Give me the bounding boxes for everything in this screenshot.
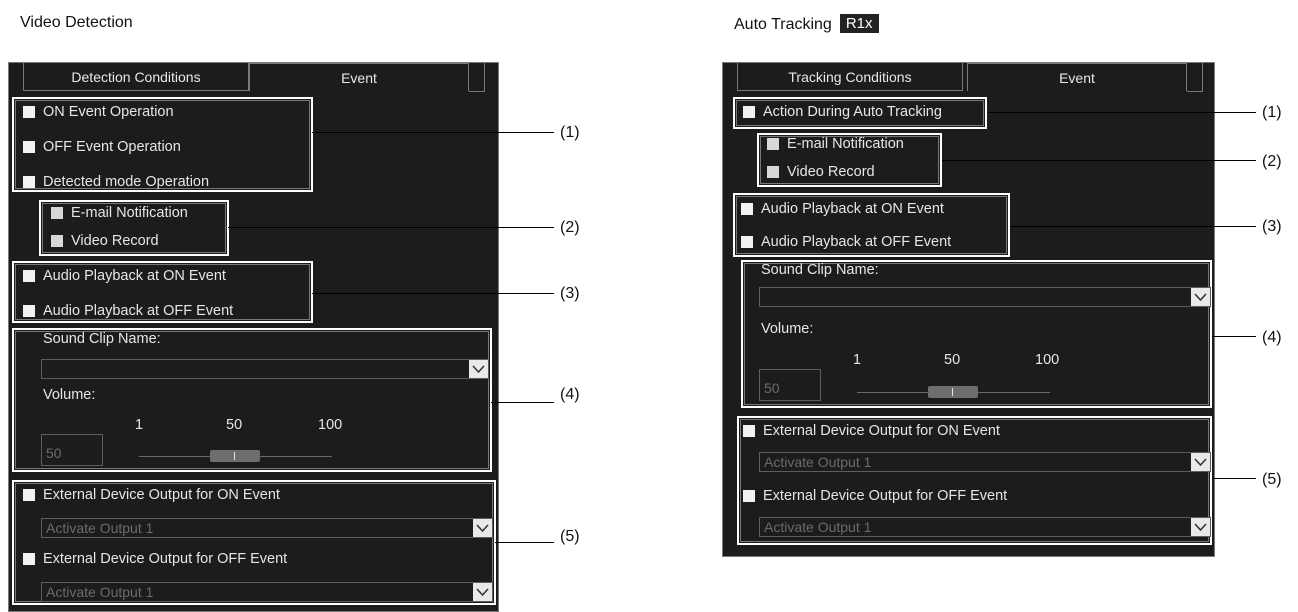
- video-detection-heading: Video Detection: [20, 14, 133, 31]
- checkbox-icon: [767, 166, 779, 178]
- email-notification-checkbox[interactable]: E-mail Notification: [51, 205, 188, 221]
- detected-mode-operation-checkbox[interactable]: Detected mode Operation: [23, 174, 209, 190]
- volume-tick-100: 100: [1035, 352, 1060, 368]
- ext-output-on-checkbox[interactable]: External Device Output for ON Event: [743, 423, 1000, 439]
- video-detection-panel: Detection Conditions Event ON Event Oper…: [8, 62, 499, 612]
- checkbox-icon: [23, 305, 35, 317]
- checkbox-icon: [51, 235, 63, 247]
- chevron-down-icon[interactable]: [1191, 518, 1210, 536]
- model-badge: R1x: [839, 14, 879, 33]
- ext-output-on-select[interactable]: Activate Output 1: [759, 452, 1211, 472]
- ext-output-on-select[interactable]: Activate Output 1: [41, 518, 493, 538]
- callout-5: (5): [560, 528, 580, 545]
- volume-slider-thumb[interactable]: [927, 386, 978, 398]
- checkbox-icon: [23, 489, 35, 501]
- volume-value-input[interactable]: 50: [759, 369, 821, 401]
- checkbox-icon: [767, 138, 779, 150]
- audio-playback-off-checkbox[interactable]: Audio Playback at OFF Event: [23, 303, 233, 319]
- video-record-checkbox[interactable]: Video Record: [51, 233, 159, 249]
- checkbox-icon: [23, 141, 35, 153]
- chevron-down-icon[interactable]: [469, 360, 488, 378]
- auto-tracking-panel: Tracking Conditions Event Action During …: [722, 62, 1215, 557]
- checkbox-icon: [741, 203, 753, 215]
- sound-clip-name-label: Sound Clip Name:: [43, 331, 161, 347]
- tab-event[interactable]: Event: [249, 63, 469, 91]
- ext-output-off-select[interactable]: Activate Output 1: [759, 517, 1211, 537]
- checkbox-icon: [23, 553, 35, 565]
- audio-playback-on-checkbox[interactable]: Audio Playback at ON Event: [23, 268, 226, 284]
- ext-output-off-checkbox[interactable]: External Device Output for OFF Event: [23, 551, 287, 567]
- checkbox-icon: [741, 236, 753, 248]
- callout-3: (3): [560, 285, 580, 302]
- tab-tracking-conditions[interactable]: Tracking Conditions: [737, 63, 963, 91]
- audio-playback-on-checkbox[interactable]: Audio Playback at ON Event: [741, 201, 944, 217]
- chevron-down-icon[interactable]: [1191, 288, 1210, 306]
- checkbox-icon: [51, 207, 63, 219]
- video-record-checkbox[interactable]: Video Record: [767, 164, 875, 180]
- volume-tick-100: 100: [318, 417, 343, 433]
- chevron-down-icon[interactable]: [473, 583, 492, 601]
- audio-playback-off-checkbox[interactable]: Audio Playback at OFF Event: [741, 234, 951, 250]
- auto-tracking-heading: Auto Tracking R1x: [734, 14, 879, 34]
- callout-4: (4): [560, 386, 580, 403]
- chevron-down-icon[interactable]: [1191, 453, 1210, 471]
- volume-label: Volume:: [761, 321, 814, 337]
- email-notification-checkbox[interactable]: E-mail Notification: [767, 136, 904, 152]
- checkbox-icon: [743, 425, 755, 437]
- callout-1: (1): [560, 124, 580, 141]
- checkbox-icon: [23, 270, 35, 282]
- volume-value-input[interactable]: 50: [41, 434, 103, 466]
- checkbox-icon: [23, 176, 35, 188]
- volume-tick-1: 1: [853, 352, 862, 368]
- action-during-auto-tracking-checkbox[interactable]: Action During Auto Tracking: [743, 104, 942, 120]
- ext-output-off-checkbox[interactable]: External Device Output for OFF Event: [743, 488, 1007, 504]
- off-event-operation-checkbox[interactable]: OFF Event Operation: [23, 139, 181, 155]
- on-event-operation-checkbox[interactable]: ON Event Operation: [23, 104, 174, 120]
- volume-tick-1: 1: [135, 417, 144, 433]
- sound-clip-select[interactable]: [41, 359, 489, 379]
- sound-clip-select[interactable]: [759, 287, 1211, 307]
- callout-2: (2): [1262, 153, 1282, 170]
- volume-tick-50: 50: [226, 417, 243, 433]
- callout-4: (4): [1262, 329, 1282, 346]
- sound-clip-name-label: Sound Clip Name:: [761, 262, 879, 278]
- volume-tick-50: 50: [944, 352, 961, 368]
- tab-event[interactable]: Event: [967, 63, 1187, 91]
- volume-label: Volume:: [43, 387, 96, 403]
- chevron-down-icon[interactable]: [473, 519, 492, 537]
- callout-2: (2): [560, 219, 580, 236]
- ext-output-on-checkbox[interactable]: External Device Output for ON Event: [23, 487, 280, 503]
- ext-output-off-select[interactable]: Activate Output 1: [41, 582, 493, 602]
- checkbox-icon: [743, 490, 755, 502]
- checkbox-icon: [23, 106, 35, 118]
- tab-detection-conditions[interactable]: Detection Conditions: [23, 63, 249, 91]
- checkbox-icon: [743, 106, 755, 118]
- volume-slider-thumb[interactable]: [209, 450, 260, 462]
- callout-5: (5): [1262, 471, 1282, 488]
- callout-3: (3): [1262, 218, 1282, 235]
- callout-1: (1): [1262, 104, 1282, 121]
